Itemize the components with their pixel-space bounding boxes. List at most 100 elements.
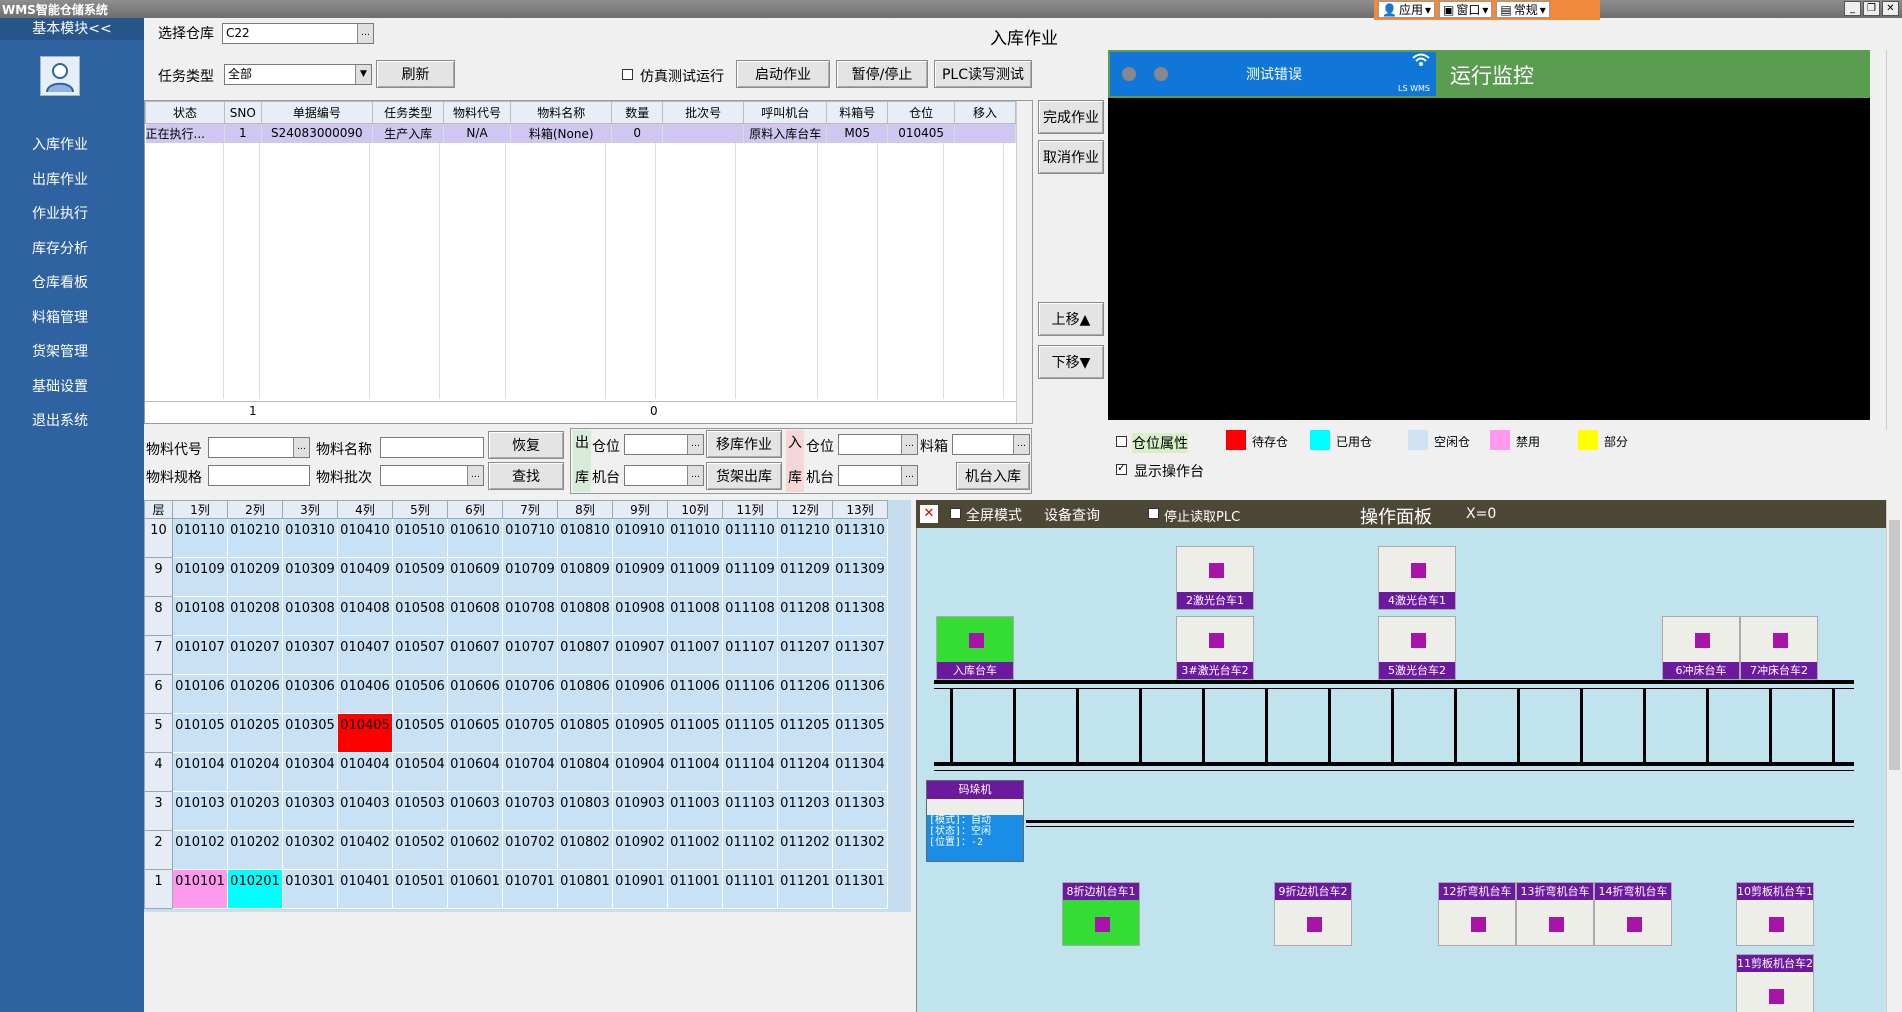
- slot-cell[interactable]: 010508: [392, 596, 448, 636]
- slot-cell[interactable]: 010503: [392, 791, 448, 831]
- slot-cell[interactable]: 010806: [557, 674, 613, 714]
- slot-cell[interactable]: 010507: [392, 635, 448, 675]
- station-card[interactable]: 11剪板机台车2: [1736, 954, 1814, 1012]
- slot-cell[interactable]: 010908: [612, 596, 668, 636]
- slot-cell[interactable]: 010509: [392, 557, 448, 597]
- slot-cell[interactable]: 010101: [172, 869, 228, 909]
- slot-cell[interactable]: 010408: [337, 596, 393, 636]
- slot-cell[interactable]: 010303: [282, 791, 338, 831]
- slot-cell[interactable]: 010202: [227, 830, 283, 870]
- slot-cell[interactable]: 010306: [282, 674, 338, 714]
- search-button[interactable]: 查找: [488, 462, 564, 490]
- station-card[interactable]: 6冲床台车: [1662, 616, 1740, 680]
- slot-cell[interactable]: 010302: [282, 830, 338, 870]
- stop-plc-checkbox[interactable]: [1148, 508, 1159, 519]
- slot-cell[interactable]: 011106: [722, 674, 778, 714]
- sidebar-item-dashboard[interactable]: 仓库看板: [0, 272, 120, 292]
- move-down-button[interactable]: 下移▼: [1038, 345, 1104, 379]
- station-card[interactable]: 12折弯机台车: [1438, 882, 1516, 946]
- slot-cell[interactable]: 011201: [777, 869, 833, 909]
- task-type-select[interactable]: 全部 ▼: [224, 64, 372, 85]
- slot-cell[interactable]: 010804: [557, 752, 613, 792]
- slot-cell[interactable]: 010809: [557, 557, 613, 597]
- ellipsis-icon[interactable]: …: [687, 466, 703, 485]
- slot-cell[interactable]: 010108: [172, 596, 228, 636]
- material-name-input[interactable]: [380, 437, 484, 458]
- slot-cell[interactable]: 010910: [612, 518, 668, 558]
- station-card[interactable]: 10剪板机台车1: [1736, 882, 1814, 946]
- slot-cell[interactable]: 010709: [502, 557, 558, 597]
- slot-cell[interactable]: 011009: [667, 557, 723, 597]
- minimize-icon[interactable]: _: [1844, 1, 1861, 16]
- slot-cell[interactable]: 011306: [832, 674, 888, 714]
- start-button[interactable]: 启动作业: [736, 60, 830, 88]
- app-menu[interactable]: 👤 应用 ▾: [1378, 1, 1435, 18]
- column-header[interactable]: 物料名称: [509, 101, 613, 124]
- slot-cell[interactable]: 010609: [447, 557, 503, 597]
- panel-scrollbar[interactable]: [1886, 500, 1902, 1012]
- slot-cell[interactable]: 010604: [447, 752, 503, 792]
- station-card[interactable]: 5激光台车2: [1378, 616, 1456, 680]
- move-up-button[interactable]: 上移▲: [1038, 302, 1104, 336]
- slot-cell[interactable]: 011004: [667, 752, 723, 792]
- slot-cell[interactable]: 010502: [392, 830, 448, 870]
- slot-cell[interactable]: 011303: [832, 791, 888, 831]
- slot-cell[interactable]: 011204: [777, 752, 833, 792]
- move-stock-button[interactable]: 移库作业: [706, 430, 782, 458]
- slot-cell[interactable]: 011207: [777, 635, 833, 675]
- ellipsis-icon[interactable]: …: [1013, 435, 1029, 454]
- slot-cell[interactable]: 010210: [227, 518, 283, 558]
- slot-cell[interactable]: 011109: [722, 557, 778, 597]
- slot-cell[interactable]: 010110: [172, 518, 228, 558]
- slot-cell[interactable]: 010407: [337, 635, 393, 675]
- slot-cell[interactable]: 010909: [612, 557, 668, 597]
- slot-cell[interactable]: 010610: [447, 518, 503, 558]
- slot-cell[interactable]: 010104: [172, 752, 228, 792]
- column-header[interactable]: 料箱号: [826, 101, 889, 124]
- slot-cell[interactable]: 011006: [667, 674, 723, 714]
- in-machine-input[interactable]: …: [838, 465, 918, 486]
- window-menu[interactable]: ▣ 窗口 ▾: [1439, 1, 1493, 18]
- sidebar-item-settings[interactable]: 基础设置: [0, 376, 120, 396]
- plc-test-button[interactable]: PLC读写测试: [934, 60, 1032, 88]
- table-row[interactable]: 正在执行... 1 S24083000090 生产入库 N/A 料箱(None) 0 原料入库…: [145, 123, 1016, 143]
- slot-cell[interactable]: 010203: [227, 791, 283, 831]
- close-icon[interactable]: ✕: [1882, 1, 1899, 16]
- slot-cell[interactable]: 010607: [447, 635, 503, 675]
- slot-cell[interactable]: 010707: [502, 635, 558, 675]
- slot-cell[interactable]: 010606: [447, 674, 503, 714]
- slot-cell[interactable]: 011205: [777, 713, 833, 753]
- slot-cell[interactable]: 011203: [777, 791, 833, 831]
- sidebar-item-execution[interactable]: 作业执行: [0, 203, 120, 223]
- close-icon[interactable]: ✕: [920, 505, 938, 523]
- slot-cell[interactable]: 010305: [282, 713, 338, 753]
- slot-cell[interactable]: 010807: [557, 635, 613, 675]
- slot-cell[interactable]: 011210: [777, 518, 833, 558]
- slot-cell[interactable]: 010301: [282, 869, 338, 909]
- slot-cell[interactable]: 010903: [612, 791, 668, 831]
- slot-cell[interactable]: 010702: [502, 830, 558, 870]
- slot-cell[interactable]: 011305: [832, 713, 888, 753]
- slot-cell[interactable]: 010601: [447, 869, 503, 909]
- normal-menu[interactable]: ▤ 常规 ▾: [1496, 1, 1550, 18]
- slot-cell[interactable]: 010307: [282, 635, 338, 675]
- slot-cell[interactable]: 010805: [557, 713, 613, 753]
- slot-cell[interactable]: 010401: [337, 869, 393, 909]
- column-header[interactable]: 移入: [954, 101, 1016, 124]
- slot-cell[interactable]: 011102: [722, 830, 778, 870]
- slot-attr-checkbox[interactable]: [1116, 436, 1127, 447]
- pause-button[interactable]: 暂停/停止: [836, 60, 928, 88]
- slot-cell[interactable]: 010105: [172, 713, 228, 753]
- slot-cell[interactable]: 010906: [612, 674, 668, 714]
- scrollbar-thumb[interactable]: [1889, 520, 1900, 770]
- sidebar-item-exit[interactable]: 退出系统: [0, 410, 120, 430]
- material-spec-input[interactable]: [208, 465, 310, 486]
- slot-cell[interactable]: 011101: [722, 869, 778, 909]
- slot-cell[interactable]: 010603: [447, 791, 503, 831]
- slot-cell[interactable]: 010902: [612, 830, 668, 870]
- slot-cell[interactable]: 010701: [502, 869, 558, 909]
- slot-cell[interactable]: 010410: [337, 518, 393, 558]
- restore-button[interactable]: 恢复: [488, 431, 564, 459]
- out-slot-input[interactable]: …: [624, 434, 704, 455]
- slot-cell[interactable]: 011304: [832, 752, 888, 792]
